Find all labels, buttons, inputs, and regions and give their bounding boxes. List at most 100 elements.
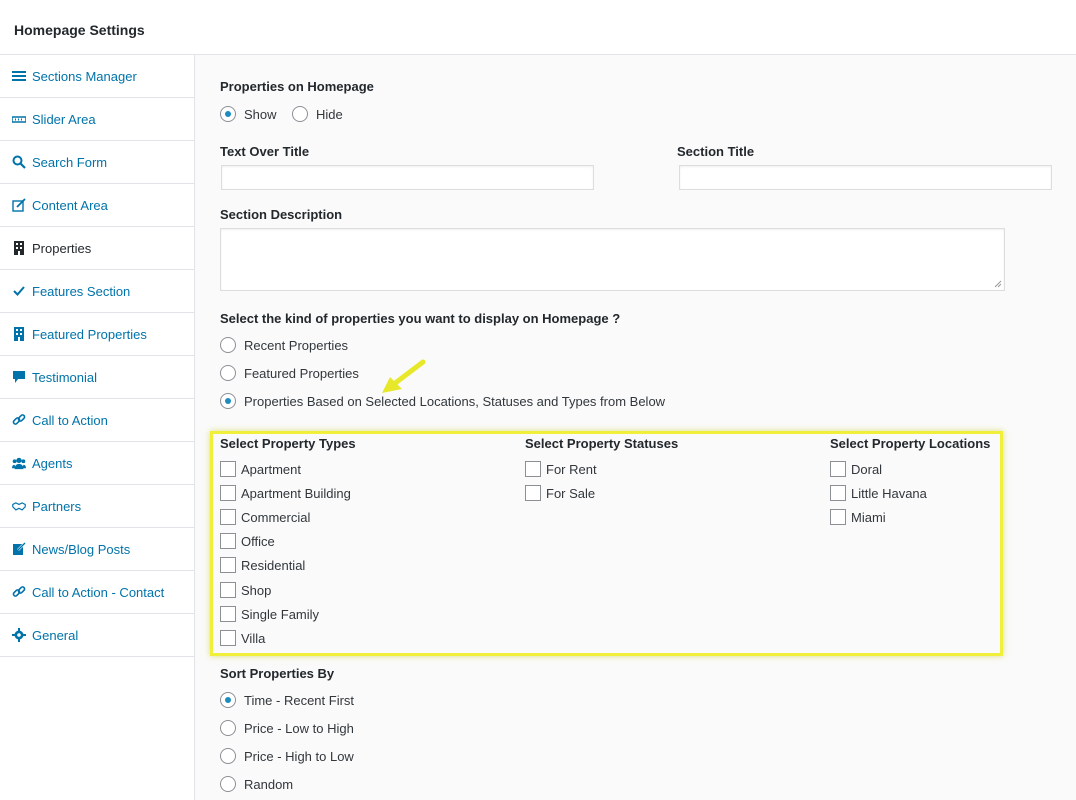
location-little-havana-option[interactable]: Little Havana [830,485,927,501]
type-shop-label: Shop [241,582,272,598]
type-apartment-option[interactable]: Apartment [220,461,301,477]
sidebar-item-news-blog-posts[interactable]: News/Blog Posts [0,528,194,571]
selected-properties-option[interactable]: Properties Based on Selected Locations, … [220,393,665,409]
status-for-rent-option[interactable]: For Rent [525,461,597,477]
sort-price-low-high-label: Price - Low to High [244,720,354,736]
status-for-rent-checkbox[interactable] [525,461,541,477]
check-icon [11,284,26,299]
selected-properties-label: Properties Based on Selected Locations, … [244,393,666,409]
location-miami-option[interactable]: Miami [830,509,886,525]
sidebar-item-general[interactable]: General [0,614,194,657]
hide-radio-option[interactable]: Hide [292,106,343,122]
sort-price-high-low-radio[interactable] [220,748,236,764]
sidebar-item-label: Call to Action - Contact [32,584,165,600]
building-icon [11,241,26,256]
hide-radio[interactable] [292,106,308,122]
sort-price-low-high-radio[interactable] [220,720,236,736]
selected-properties-radio[interactable] [220,393,236,409]
resize-handle-icon[interactable] [994,280,1002,288]
sidebar-item-label: General [32,627,79,643]
sidebar-item-label: Slider Area [32,111,96,127]
arrow-annotation-icon [382,359,426,393]
sidebar-item-testimonial[interactable]: Testimonial [0,356,194,399]
text-over-title-label: Text Over Title [220,144,310,159]
type-commercial-option[interactable]: Commercial [220,509,310,525]
featured-properties-option[interactable]: Featured Properties [220,365,359,381]
sidebar-item-label: News/Blog Posts [32,541,131,557]
sidebar: Sections Manager Slider Area Search Form… [0,55,195,800]
status-for-sale-checkbox[interactable] [525,485,541,501]
page-title: Homepage Settings [14,22,145,38]
location-doral-option[interactable]: Doral [830,461,882,477]
show-radio[interactable] [220,106,236,122]
type-villa-option[interactable]: Villa [220,630,265,646]
sidebar-item-slider-area[interactable]: Slider Area [0,98,194,141]
type-villa-checkbox[interactable] [220,630,236,646]
sort-random-option[interactable]: Random [220,776,293,792]
page-header: Homepage Settings [0,0,1076,55]
sort-recent-radio[interactable] [220,692,236,708]
location-little-havana-label: Little Havana [851,485,927,501]
featured-properties-radio[interactable] [220,365,236,381]
sort-random-label: Random [244,776,294,792]
show-radio-option[interactable]: Show [220,106,277,122]
link-icon [11,413,26,428]
type-apartment-building-checkbox[interactable] [220,485,236,501]
link-icon [11,585,26,600]
type-office-checkbox[interactable] [220,533,236,549]
section-description-textarea[interactable] [220,228,1005,291]
recent-properties-option[interactable]: Recent Properties [220,337,348,353]
sidebar-item-sections-manager[interactable]: Sections Manager [0,55,194,98]
properties-on-homepage-label: Properties on Homepage [220,79,374,94]
sidebar-item-agents[interactable]: Agents [0,442,194,485]
location-miami-checkbox[interactable] [830,509,846,525]
featured-properties-label: Featured Properties [244,365,359,381]
type-shop-option[interactable]: Shop [220,582,271,598]
sidebar-item-search-form[interactable]: Search Form [0,141,194,184]
type-apartment-label: Apartment [241,461,301,477]
type-commercial-label: Commercial [241,509,311,525]
sidebar-item-content-area[interactable]: Content Area [0,184,194,227]
sidebar-item-label: Testimonial [32,369,98,385]
sidebar-item-properties[interactable]: Properties [0,227,194,270]
location-little-havana-checkbox[interactable] [830,485,846,501]
type-office-option[interactable]: Office [220,533,275,549]
type-apartment-building-label: Apartment Building [241,485,351,501]
sidebar-item-label: Features Section [32,283,131,299]
search-icon [11,155,26,170]
sort-price-high-low-option[interactable]: Price - High to Low [220,748,354,764]
sort-price-low-high-option[interactable]: Price - Low to High [220,720,354,736]
settings-panel: Properties on Homepage Show Hide Text Ov… [195,55,1076,800]
sort-recent-option[interactable]: Time - Recent First [220,692,354,708]
users-icon [11,456,26,471]
sidebar-item-features-section[interactable]: Features Section [0,270,194,313]
sidebar-item-featured-properties[interactable]: Featured Properties [0,313,194,356]
handshake-icon [11,499,26,514]
sort-random-radio[interactable] [220,776,236,792]
recent-properties-radio[interactable] [220,337,236,353]
type-shop-checkbox[interactable] [220,582,236,598]
sidebar-item-label: Search Form [32,154,108,170]
type-single-family-checkbox[interactable] [220,606,236,622]
type-residential-option[interactable]: Residential [220,557,305,573]
sidebar-item-call-to-action-contact[interactable]: Call to Action - Contact [0,571,194,614]
type-commercial-checkbox[interactable] [220,509,236,525]
type-residential-checkbox[interactable] [220,557,236,573]
comment-icon [11,370,26,385]
type-single-family-option[interactable]: Single Family [220,606,319,622]
property-kind-label: Select the kind of properties you want t… [220,311,621,326]
status-for-sale-option[interactable]: For Sale [525,485,595,501]
text-over-title-input[interactable] [221,165,594,190]
type-apartment-checkbox[interactable] [220,461,236,477]
recent-properties-label: Recent Properties [244,337,349,353]
sidebar-item-partners[interactable]: Partners [0,485,194,528]
section-title-input[interactable] [679,165,1052,190]
sort-recent-label: Time - Recent First [244,692,355,708]
location-doral-label: Doral [851,461,883,477]
type-apartment-building-option[interactable]: Apartment Building [220,485,351,501]
sidebar-item-call-to-action[interactable]: Call to Action [0,399,194,442]
building-icon [11,327,26,342]
sidebar-item-label: Featured Properties [32,326,147,342]
location-doral-checkbox[interactable] [830,461,846,477]
show-radio-label: Show [244,106,277,122]
